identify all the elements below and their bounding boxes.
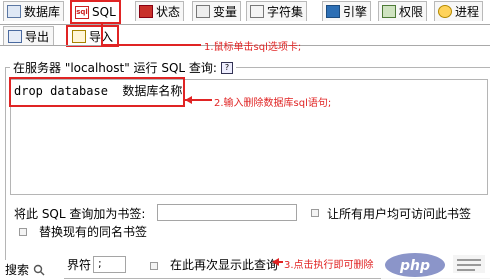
tab-privileges-label: 权限: [399, 5, 424, 19]
annotation-step-1: 1.鼠标单击sql选项卡;: [204, 42, 302, 53]
tab-status[interactable]: 状态: [135, 1, 185, 21]
svg-text:php: php: [399, 258, 430, 274]
sql-icon: sql: [75, 5, 89, 19]
annotation-1-line-vertical: [101, 24, 103, 45]
sql-query-legend: 在服务器 "localhost" 运行 SQL 查询: ?: [10, 59, 236, 76]
annotation-1-line: [101, 44, 201, 46]
tab-database[interactable]: 数据库: [3, 1, 65, 21]
sql-query-legend-text: 在服务器 "localhost" 运行 SQL 查询:: [13, 61, 217, 75]
variables-icon: [196, 5, 210, 18]
search-chip-label: 搜索: [5, 263, 30, 277]
tab-charset-label: 字符集: [267, 5, 304, 19]
bookmark-input[interactable]: [157, 204, 297, 221]
tab-engines[interactable]: 引擎: [322, 1, 372, 21]
tab-processes-label: 进程: [455, 5, 480, 19]
delimiter-input[interactable]: ;: [93, 256, 126, 273]
tab-processes[interactable]: 进程: [434, 1, 484, 21]
charset-icon: [250, 5, 264, 18]
export-icon: [8, 30, 22, 43]
tab-engines-label: 引擎: [343, 5, 368, 19]
share-bookmark-checkbox[interactable]: [311, 209, 319, 217]
tab-sql-label: SQL: [92, 5, 116, 19]
show-again-checkbox[interactable]: [150, 262, 158, 270]
subtab-export-label: 导出: [25, 30, 50, 44]
tab-status-label: 状态: [156, 5, 181, 19]
tab-privileges[interactable]: 权限: [378, 1, 428, 21]
annotation-3-arrowhead: [272, 258, 279, 266]
tab-sql[interactable]: sql SQL: [70, 0, 121, 24]
replace-bookmark-checkbox[interactable]: [19, 228, 27, 236]
delimiter-label: 界符: [67, 258, 92, 272]
replace-bookmark-label: 替换现有的同名书签: [39, 225, 148, 239]
database-icon: [7, 5, 21, 18]
processes-icon: [438, 5, 452, 18]
share-bookmark-label: 让所有用户均可访问此书签: [327, 207, 472, 221]
top-tab-bar: 数据库 sql SQL 状态 变量 字符集 引擎 权限 进程: [0, 0, 490, 25]
tab-variables[interactable]: 变量: [192, 1, 242, 21]
tab-charset[interactable]: 字符集: [246, 1, 308, 21]
help-icon[interactable]: ?: [220, 61, 233, 74]
import-icon: [72, 29, 86, 43]
bookmark-label: 将此 SQL 查询加为书签:: [14, 207, 146, 221]
php-logo: php: [381, 250, 490, 279]
annotation-2-arrowhead: [185, 96, 192, 104]
search-icon: [33, 264, 45, 275]
engine-icon: [326, 5, 340, 18]
annotation-3-line: [279, 261, 283, 263]
annotation-step-2: 2.输入删除数据库sql语句;: [214, 98, 332, 109]
tab-database-label: 数据库: [24, 5, 61, 19]
search-chip: 搜索: [0, 260, 64, 279]
show-again-label: 在此再次显示此查询: [170, 258, 279, 272]
query-highlight-box: [9, 77, 185, 107]
annotation-step-3: 3.点击执行即可删除: [284, 260, 374, 271]
status-icon: [139, 5, 153, 18]
subtab-export[interactable]: 导出: [3, 26, 55, 46]
privileges-icon: [382, 5, 396, 18]
tab-variables-label: 变量: [213, 5, 238, 19]
